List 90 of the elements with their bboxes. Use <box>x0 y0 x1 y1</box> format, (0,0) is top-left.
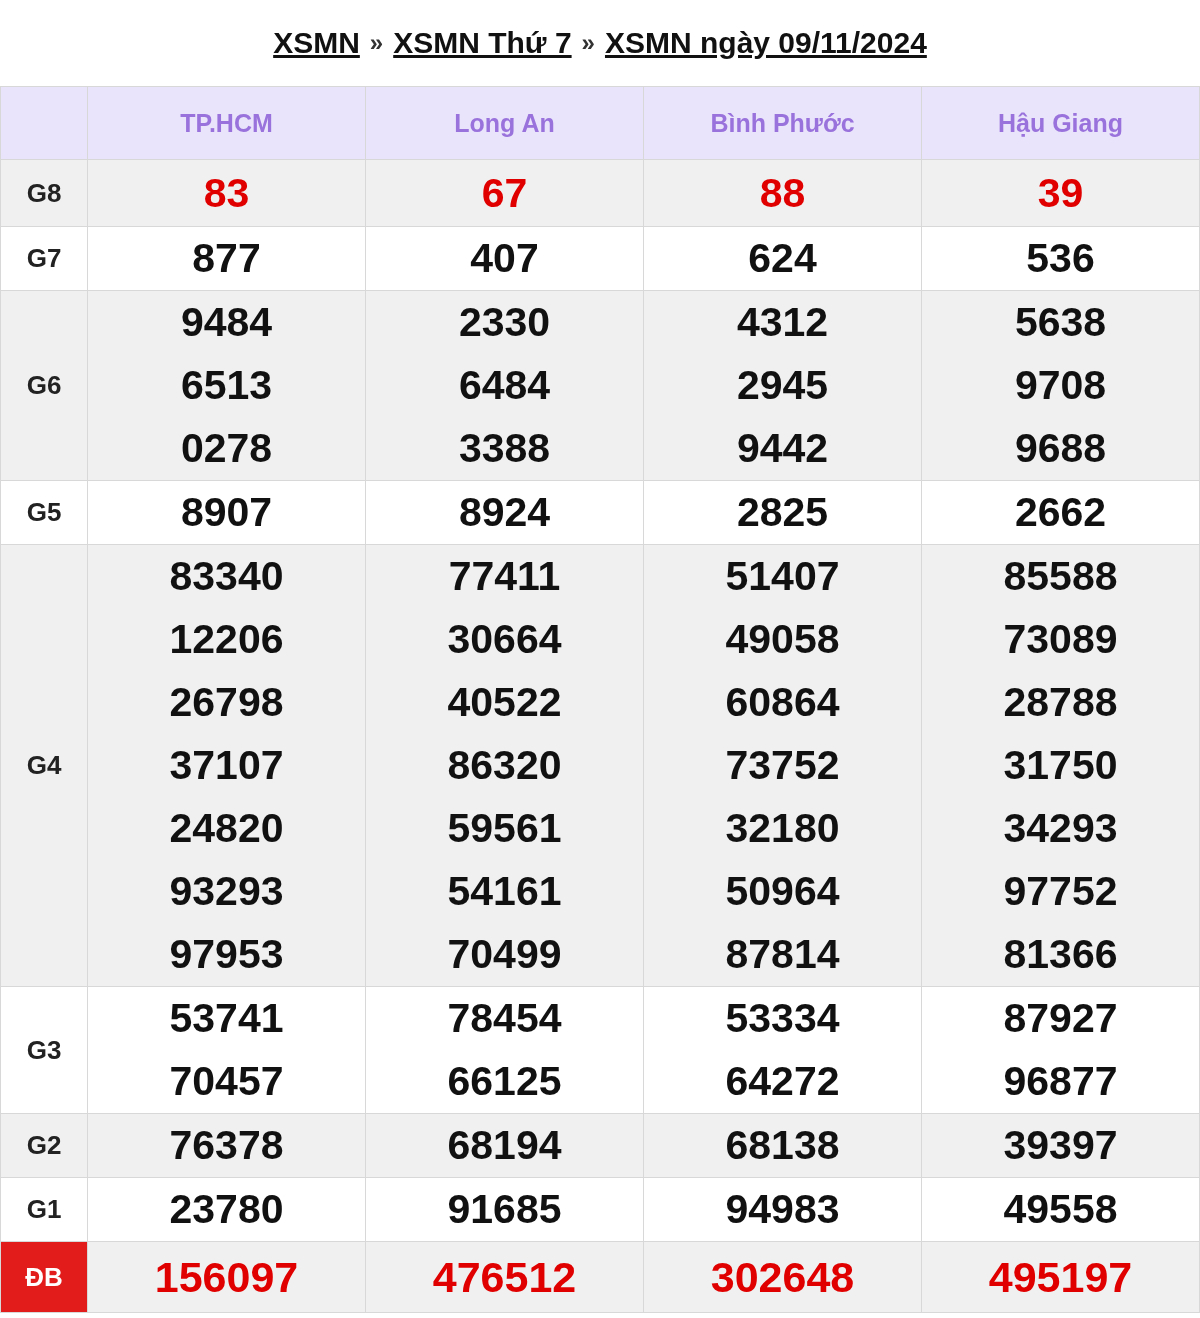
prize-number: 24820 <box>168 804 285 853</box>
prize-label: G1 <box>0 1177 88 1242</box>
prize-number: 49058 <box>724 615 841 664</box>
prize-number: 53741 <box>168 994 285 1043</box>
prize-number: 81366 <box>1002 930 1119 979</box>
prize-number: 23780 <box>168 1185 285 1234</box>
prize-number: 51407 <box>724 552 841 601</box>
prize-number: 2825 <box>735 488 830 537</box>
prize-number: 73089 <box>1002 615 1119 664</box>
prize-number: 6484 <box>457 361 552 410</box>
prize-number: 3388 <box>457 424 552 473</box>
breadcrumb-separator: » <box>581 29 595 57</box>
prize-label: G6 <box>0 290 88 481</box>
prize-label: G7 <box>0 226 88 291</box>
breadcrumb-link[interactable]: XSMN <box>273 26 360 60</box>
prize-number: 4312 <box>735 298 830 347</box>
prize-number: 73752 <box>724 741 841 790</box>
prize-number: 30664 <box>446 615 563 664</box>
breadcrumb-link[interactable]: XSMN Thứ 7 <box>393 26 572 60</box>
prize-number: 9442 <box>735 424 830 473</box>
prize-label: G3 <box>0 986 88 1114</box>
prize-number: 407 <box>469 234 540 283</box>
prize-number: 54161 <box>446 867 563 916</box>
prize-number: 32180 <box>724 804 841 853</box>
prize-number: 85588 <box>1002 552 1119 601</box>
prize-number: 83 <box>202 169 251 218</box>
prize-number: 6513 <box>179 361 274 410</box>
prize-label: G8 <box>0 159 88 227</box>
prize-number: 28788 <box>1002 678 1119 727</box>
prize-number: 86320 <box>446 741 563 790</box>
prize-number: 31750 <box>1002 741 1119 790</box>
prize-number: 70457 <box>168 1057 285 1106</box>
prize-number: 83340 <box>168 552 285 601</box>
province-name: Bình Phước <box>643 86 922 160</box>
province-name: Long An <box>365 86 644 160</box>
prize-number: 77411 <box>447 552 562 601</box>
prize-number: 624 <box>747 234 818 283</box>
prize-number: 68194 <box>446 1121 563 1170</box>
prize-number: 2662 <box>1013 488 1108 537</box>
prize-number: 97752 <box>1002 867 1119 916</box>
prize-number: 70499 <box>446 930 563 979</box>
prize-number: 8907 <box>179 488 274 537</box>
prize-number: 476512 <box>431 1252 578 1303</box>
breadcrumb-link[interactable]: XSMN ngày 09/11/2024 <box>604 26 927 60</box>
prize-number: 12206 <box>168 615 285 664</box>
prize-number: 9688 <box>1013 424 1108 473</box>
province-name: Hậu Giang <box>921 86 1200 160</box>
prize-number: 53334 <box>724 994 841 1043</box>
prize-number: 39397 <box>1002 1121 1119 1170</box>
prize-number: 66125 <box>446 1057 563 1106</box>
prize-number: 156097 <box>153 1252 300 1303</box>
prize-number: 495197 <box>987 1252 1134 1303</box>
prize-number: 87814 <box>724 930 841 979</box>
prize-number: 94983 <box>724 1185 841 1234</box>
prize-number: 40522 <box>446 678 563 727</box>
prize-number: 37107 <box>168 741 285 790</box>
prize-number: 0278 <box>179 424 274 473</box>
prize-number: 96877 <box>1002 1057 1119 1106</box>
prize-number: 9708 <box>1013 361 1108 410</box>
prize-label: G5 <box>0 480 88 545</box>
prize-number: 78454 <box>446 994 563 1043</box>
prize-number: 2330 <box>457 298 552 347</box>
prize-number: 67 <box>480 169 529 218</box>
prize-number: 64272 <box>724 1057 841 1106</box>
prize-number: 88 <box>758 169 807 218</box>
prize-number: 9484 <box>179 298 274 347</box>
prize-number: 8924 <box>457 488 552 537</box>
prize-number: 97953 <box>168 930 285 979</box>
prize-label: G4 <box>0 544 88 987</box>
prize-number: 60864 <box>724 678 841 727</box>
prize-number: 68138 <box>724 1121 841 1170</box>
prize-number: 49558 <box>1002 1185 1119 1234</box>
prize-number: 34293 <box>1002 804 1119 853</box>
prize-number: 76378 <box>168 1121 285 1170</box>
prize-number: 39 <box>1036 169 1085 218</box>
breadcrumb-separator: » <box>369 29 384 57</box>
prize-label: G2 <box>0 1113 88 1178</box>
prize-number: 50964 <box>724 867 841 916</box>
prize-number: 302648 <box>709 1252 856 1303</box>
prize-label: ĐB <box>0 1241 88 1313</box>
prize-number: 91685 <box>446 1185 563 1234</box>
prize-number: 2945 <box>735 361 830 410</box>
prize-number: 5638 <box>1013 298 1108 347</box>
prize-number: 59561 <box>446 804 563 853</box>
prize-number: 877 <box>191 234 262 283</box>
prize-number: 87927 <box>1002 994 1119 1043</box>
province-name: TP.HCM <box>87 86 366 160</box>
prize-number: 93293 <box>168 867 285 916</box>
prize-number: 26798 <box>168 678 285 727</box>
prize-number: 536 <box>1025 234 1096 283</box>
